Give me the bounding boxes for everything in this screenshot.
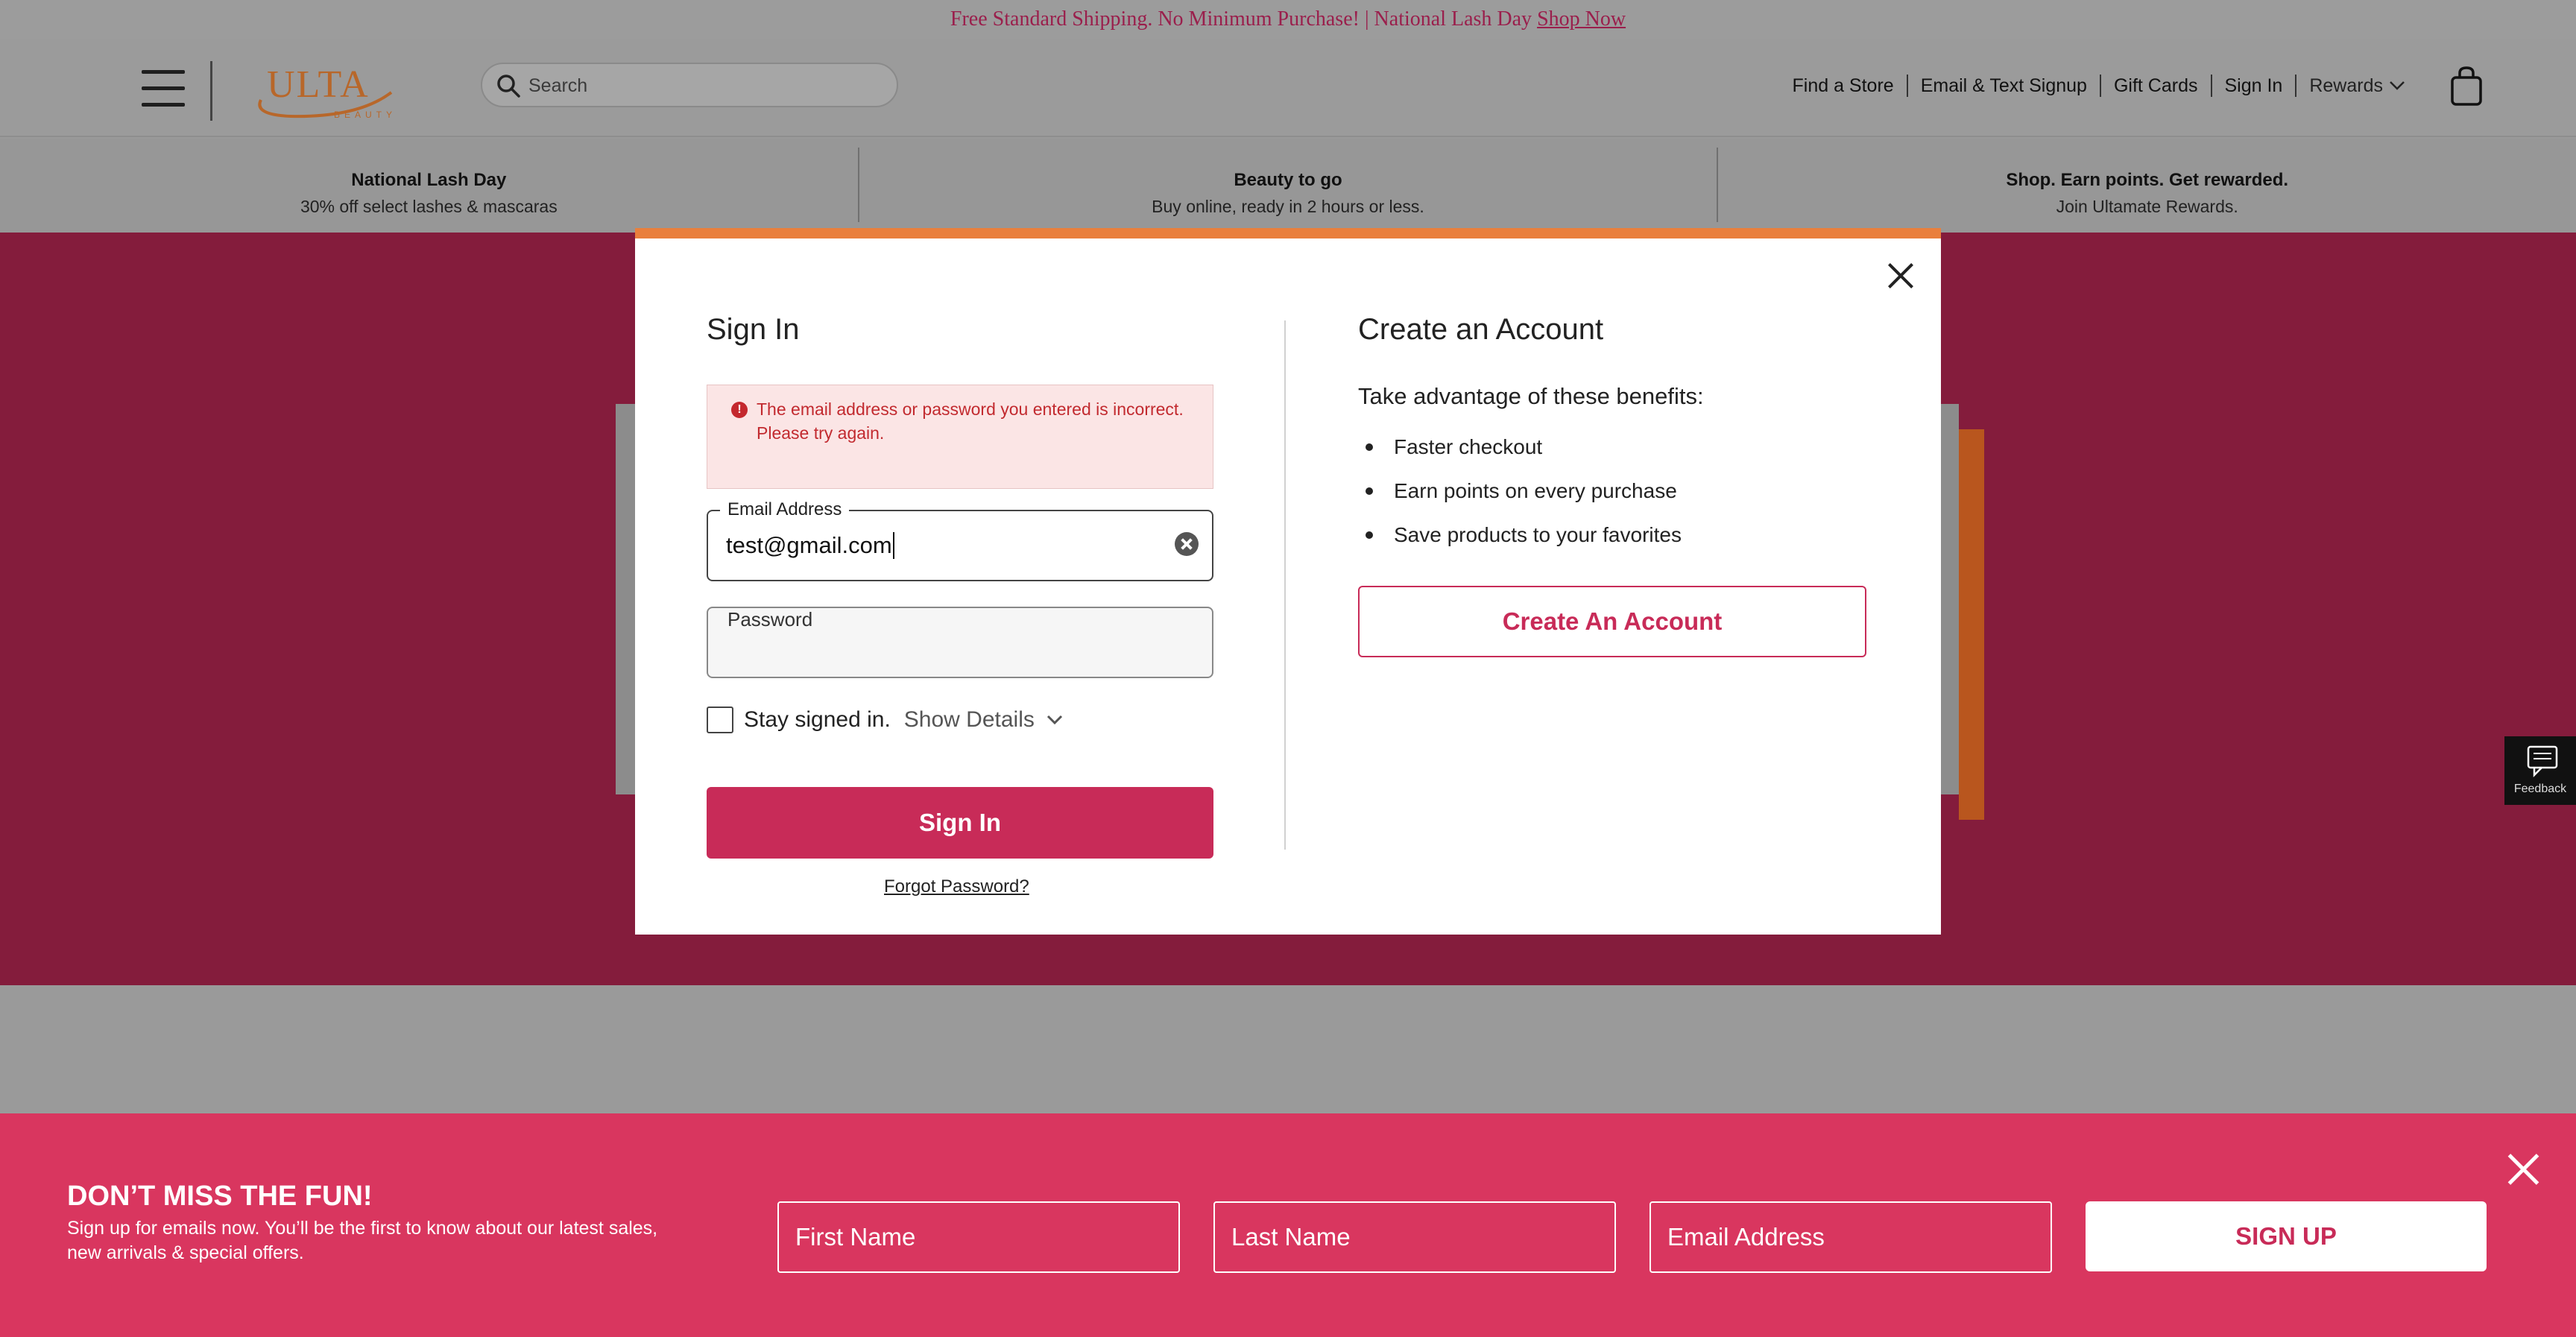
stay-signed-in-checkbox[interactable] [707, 707, 733, 733]
sign-in-button[interactable]: Sign In [707, 787, 1213, 859]
email-label: Email Address [720, 499, 850, 520]
sign-in-modal: Sign In ! The email address or password … [635, 228, 1941, 935]
email-placeholder: Email Address [1667, 1223, 1825, 1251]
last-name-placeholder: Last Name [1231, 1223, 1351, 1251]
benefits-intro: Take advantage of these benefits: [1358, 383, 1704, 409]
menu-icon[interactable] [142, 70, 185, 107]
benefit-subtitle: Buy online, ready in 2 hours or less. [1152, 197, 1424, 216]
signup-email-field[interactable]: Email Address [1650, 1201, 2052, 1273]
ulta-logo[interactable]: ULTA BEAUTY [246, 55, 402, 122]
list-item: Earn points on every purchase [1358, 469, 1682, 513]
feedback-icon [2527, 745, 2558, 778]
stay-signed-in-label: Stay signed in. [744, 707, 891, 732]
benefit-strip: National Lash Day 30% off select lashes … [0, 139, 2576, 233]
benefit-subtitle: 30% off select lashes & mascaras [300, 197, 558, 216]
feedback-label: Feedback [2513, 783, 2567, 795]
benefits-list: Faster checkout Earn points on every pur… [1358, 425, 1682, 557]
search-bar[interactable]: Search [481, 63, 898, 107]
column-divider [1284, 320, 1286, 850]
gift-cards-link[interactable]: Gift Cards [2101, 75, 2212, 97]
promo-text: Free Standard Shipping. No Minimum Purch… [950, 7, 1532, 31]
benefit-lash-day[interactable]: National Lash Day 30% off select lashes … [0, 148, 859, 222]
list-item: Faster checkout [1358, 425, 1682, 469]
rewards-dropdown[interactable]: Rewards [2296, 75, 2418, 97]
hero-accent [1959, 429, 1984, 820]
create-account-heading: Create an Account [1358, 313, 1604, 346]
content-section [0, 985, 2576, 1113]
error-text: The email address or password you entere… [757, 399, 1184, 443]
first-name-placeholder: First Name [795, 1223, 916, 1251]
logo-text: ULTA [267, 63, 370, 106]
find-store-link[interactable]: Find a Store [1780, 75, 1908, 97]
benefit-title: Shop. Earn points. Get rewarded. [2006, 170, 2289, 190]
sign-up-button[interactable]: SIGN UP [2086, 1201, 2487, 1271]
last-name-field[interactable]: Last Name [1213, 1201, 1616, 1273]
promo-shop-now-link[interactable]: Shop Now [1537, 7, 1626, 31]
alert-icon: ! [731, 402, 748, 418]
close-icon[interactable] [1886, 261, 1916, 291]
email-value[interactable]: test@gmail.com [726, 532, 894, 559]
error-message: ! The email address or password you ente… [707, 385, 1213, 489]
clear-input-icon[interactable] [1175, 532, 1199, 556]
promo-bar: Free Standard Shipping. No Minimum Purch… [0, 0, 2576, 39]
header-divider [210, 61, 212, 121]
sign-in-heading: Sign In [707, 313, 800, 346]
show-details-label: Show Details [903, 707, 1035, 732]
search-icon [497, 75, 520, 98]
signup-subtext: Sign up for emails now. You’ll be the fi… [67, 1218, 658, 1263]
password-field[interactable]: Password [707, 607, 1213, 678]
first-name-field[interactable]: First Name [777, 1201, 1180, 1273]
email-field[interactable]: Email Address test@gmail.com [707, 499, 1213, 581]
signup-heading: DON’T MISS THE FUN! [67, 1180, 373, 1212]
rewards-label: Rewards [2309, 75, 2383, 96]
create-account-button[interactable]: Create An Account [1358, 586, 1866, 657]
search-placeholder: Search [528, 75, 588, 96]
email-signup-banner: DON’T MISS THE FUN! Sign up for emails n… [0, 1113, 2576, 1337]
email-signup-link[interactable]: Email & Text Signup [1908, 75, 2101, 97]
utility-links: Find a Store Email & Text Signup Gift Ca… [1780, 75, 2419, 97]
forgot-password-link[interactable]: Forgot Password? [884, 876, 1029, 897]
password-label: Password [727, 608, 813, 630]
logo-subtext: BEAUTY [334, 110, 397, 120]
sign-in-link[interactable]: Sign In [2212, 75, 2297, 97]
list-item: Save products to your favorites [1358, 513, 1682, 557]
benefit-title: Beauty to go [1234, 170, 1342, 190]
benefit-beauty-to-go[interactable]: Beauty to go Buy online, ready in 2 hour… [859, 148, 1719, 222]
benefit-subtitle: Join Ultamate Rewards. [2056, 197, 2238, 216]
chevron-down-icon [2390, 81, 2405, 90]
chevron-down-icon [1046, 715, 1062, 725]
site-header: ULTA BEAUTY Search Find a Store Email & … [0, 39, 2576, 137]
show-details-toggle[interactable]: Show Details [904, 707, 1063, 733]
feedback-tab[interactable]: Feedback [2504, 736, 2576, 805]
benefit-rewards[interactable]: Shop. Earn points. Get rewarded. Join Ul… [1718, 148, 2576, 222]
close-icon[interactable] [2506, 1152, 2540, 1186]
benefit-title: National Lash Day [351, 170, 507, 190]
shopping-bag-icon[interactable] [2449, 66, 2484, 107]
stay-signed-in-row: Stay signed in. Show Details [707, 707, 1063, 733]
